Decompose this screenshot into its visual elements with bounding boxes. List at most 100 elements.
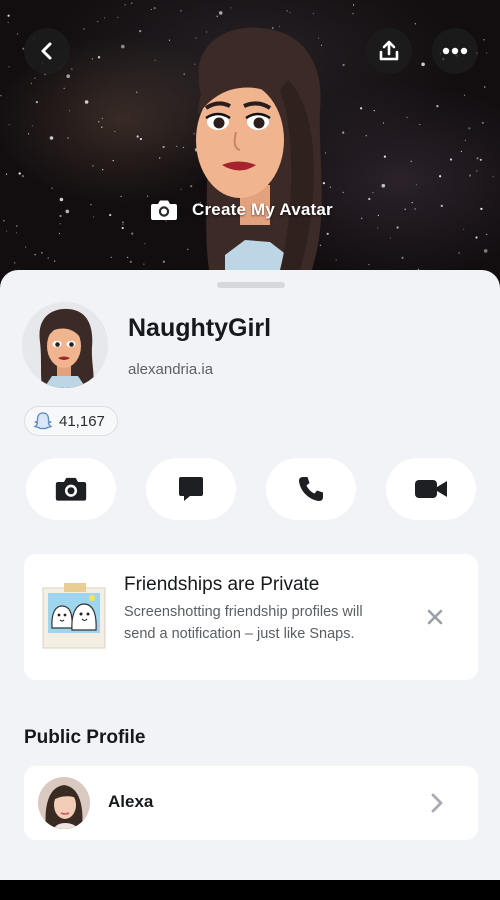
star — [180, 10, 182, 12]
star — [476, 157, 479, 160]
star — [481, 121, 484, 124]
star — [97, 56, 101, 59]
star — [98, 121, 100, 123]
star — [372, 192, 374, 194]
username: alexandria.ia — [128, 361, 214, 378]
star — [16, 33, 19, 35]
star — [121, 226, 124, 230]
star — [342, 131, 345, 134]
star — [58, 232, 61, 235]
profile-photo — [38, 777, 90, 829]
star — [154, 59, 156, 61]
star — [373, 110, 375, 112]
avatar[interactable] — [22, 302, 108, 388]
star — [411, 202, 413, 204]
star — [124, 4, 126, 6]
star — [464, 139, 466, 141]
star — [483, 39, 485, 41]
star — [147, 195, 149, 197]
create-avatar-label: Create My Avatar — [192, 200, 333, 219]
friendship-privacy-card: Friendships are Private Screenshotting f… — [24, 554, 478, 680]
star — [102, 169, 104, 171]
star — [468, 174, 472, 177]
star — [28, 133, 30, 135]
star — [54, 260, 56, 262]
star — [159, 157, 161, 159]
sheet-grabber[interactable] — [217, 282, 285, 288]
star — [8, 124, 10, 126]
star — [410, 160, 412, 162]
star — [66, 74, 70, 78]
star — [289, 11, 291, 14]
star — [476, 170, 478, 172]
star — [5, 173, 8, 175]
star — [419, 123, 421, 126]
chat-button[interactable] — [146, 458, 236, 520]
star — [342, 191, 344, 193]
public-profile-row[interactable]: Alexa — [24, 766, 478, 840]
bitmoji-avatar-large[interactable] — [170, 20, 340, 280]
star — [65, 209, 70, 214]
star — [120, 195, 122, 197]
share-button[interactable] — [366, 28, 412, 74]
star — [34, 77, 36, 79]
video-call-button[interactable] — [386, 458, 476, 520]
star — [18, 172, 21, 175]
star — [14, 262, 16, 264]
star — [6, 230, 8, 232]
call-button[interactable] — [266, 458, 356, 520]
star — [144, 243, 146, 245]
star — [150, 8, 152, 11]
star — [361, 217, 363, 219]
star — [97, 21, 99, 23]
star — [8, 66, 10, 68]
profile-screen: Create My Avatar NaughtyGirl alexandria.… — [0, 0, 500, 900]
star — [131, 232, 134, 235]
star — [7, 14, 10, 17]
star — [360, 107, 363, 110]
star — [63, 87, 65, 89]
star — [92, 165, 94, 167]
camera-icon — [151, 200, 177, 220]
star — [218, 11, 223, 15]
star — [51, 187, 53, 189]
create-avatar-button[interactable]: Create My Avatar — [150, 198, 333, 222]
star — [463, 228, 465, 230]
display-name: NaughtyGirl — [128, 314, 272, 342]
star — [368, 197, 371, 201]
star — [121, 44, 125, 49]
back-button[interactable] — [24, 28, 70, 74]
star — [67, 137, 69, 139]
public-profile-name: Alexa — [108, 792, 154, 811]
star — [131, 2, 133, 4]
star — [389, 237, 391, 239]
star — [139, 137, 142, 141]
star — [109, 213, 112, 217]
star — [31, 125, 33, 127]
camera-button[interactable] — [26, 458, 116, 520]
star — [463, 94, 466, 96]
star — [122, 221, 124, 223]
dismiss-card-button[interactable] — [422, 604, 448, 630]
star — [381, 183, 386, 188]
bitmoji-avatar-small — [22, 302, 108, 388]
star — [103, 17, 106, 19]
star — [49, 136, 54, 140]
star — [486, 233, 488, 235]
star — [396, 226, 399, 229]
privacy-card-body: Screenshotting friendship profiles will … — [124, 604, 363, 642]
star — [34, 254, 36, 256]
chevron-right-icon — [431, 793, 443, 813]
star — [460, 150, 462, 153]
more-options-button[interactable] — [432, 28, 478, 74]
snap-score-badge[interactable]: 41,167 — [24, 406, 118, 436]
star — [92, 216, 95, 218]
star — [101, 117, 103, 120]
star — [440, 204, 443, 207]
privacy-card-title: Friendships are Private — [124, 574, 320, 595]
star — [414, 208, 416, 210]
star — [436, 105, 439, 108]
star — [401, 256, 404, 259]
video-icon — [415, 480, 447, 498]
star — [382, 122, 385, 124]
